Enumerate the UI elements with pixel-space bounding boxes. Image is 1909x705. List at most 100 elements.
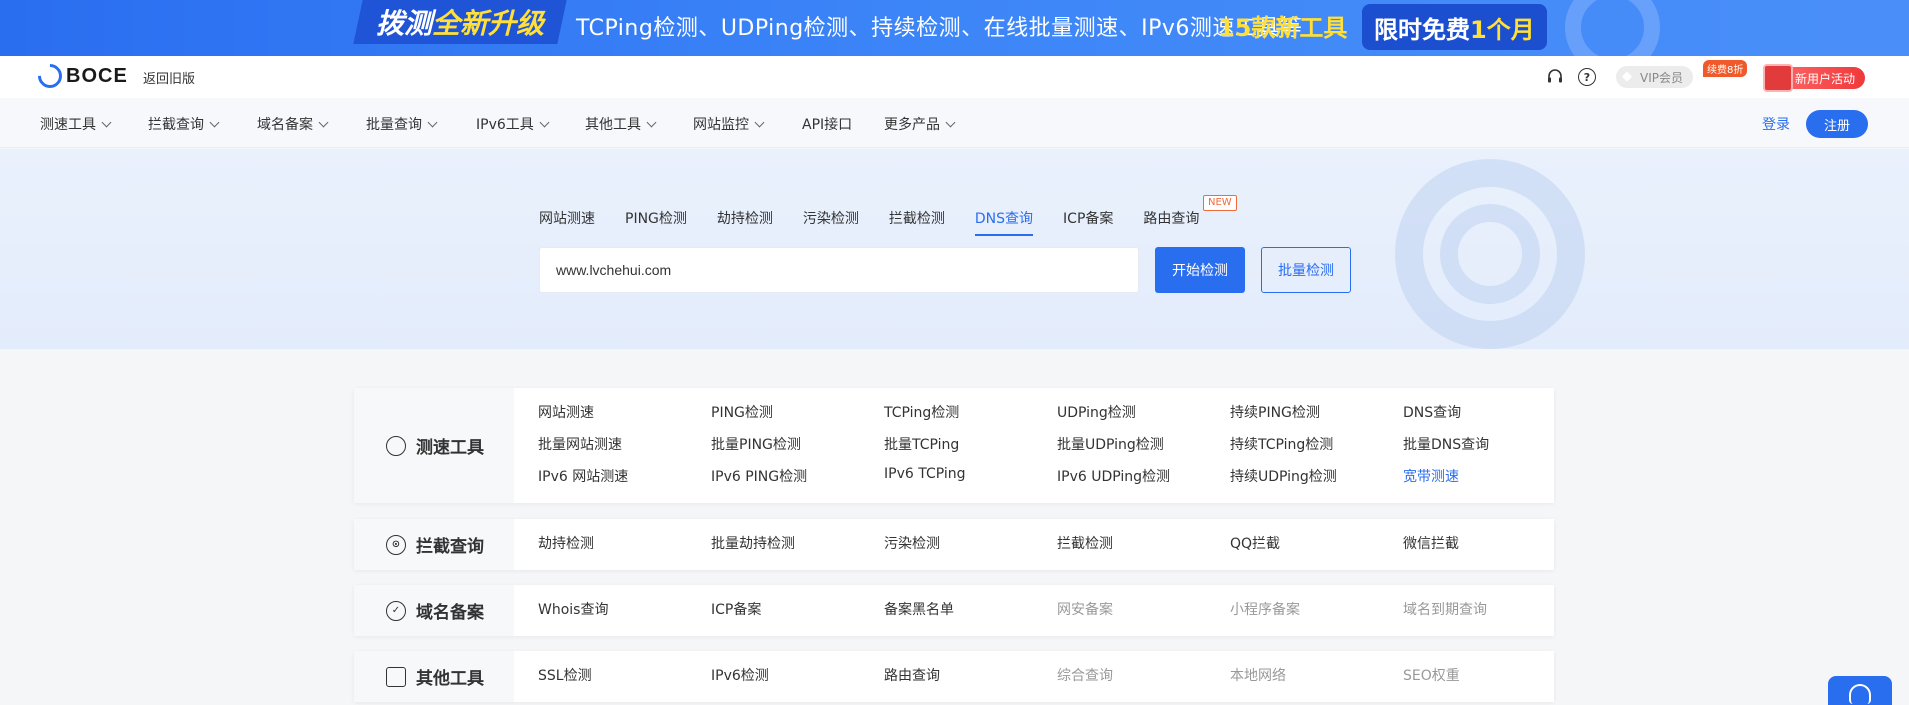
nav-item-1[interactable]: 拦截查询: [148, 114, 220, 134]
top-header: BOCE 返回旧版 ? VIP会员 续费8折 新用户活动: [0, 56, 1909, 98]
intercept-icon: ⊙: [386, 534, 406, 555]
speedometer-icon: [386, 435, 406, 456]
tool-link[interactable]: UDPing检测: [1057, 402, 1136, 422]
chevron-down-icon: [427, 117, 438, 128]
banner-free-badge[interactable]: 限时免费 1个月: [1362, 4, 1547, 50]
tool-link[interactable]: 拦截检测: [1057, 533, 1113, 553]
headset-icon: [1849, 684, 1871, 704]
section-title: 其他工具: [416, 669, 484, 689]
vip-label: VIP会员: [1640, 70, 1683, 85]
register-button[interactable]: 注册: [1806, 110, 1868, 138]
banner-decoration: [1565, 0, 1660, 56]
nav-item-4[interactable]: IPv6工具: [476, 114, 550, 134]
nav-item-8[interactable]: 更多产品: [884, 114, 956, 134]
tool-link[interactable]: 网站测速: [538, 402, 594, 422]
section-card: ✓ 域名备案 Whois查询 ICP备案 备案黑名单 网安备案 小程序备案 域名到期查询: [354, 585, 1554, 636]
section-header: 其他工具: [354, 651, 514, 702]
tool-link[interactable]: 备案黑名单: [884, 599, 954, 619]
tool-link[interactable]: DNS查询: [1403, 402, 1461, 422]
nav-item-label: 网站监控: [693, 117, 749, 133]
nav-item-0[interactable]: 测速工具: [40, 114, 112, 134]
new-user-activity-button[interactable]: 新用户活动: [1762, 64, 1866, 92]
site-logo[interactable]: BOCE: [33, 59, 128, 93]
tool-link[interactable]: 批量DNS查询: [1403, 434, 1489, 454]
tool-link[interactable]: 小程序备案: [1230, 599, 1300, 619]
tool-link[interactable]: IPv6 网站测速: [538, 466, 628, 486]
login-link[interactable]: 登录: [1762, 114, 1790, 134]
tool-link[interactable]: 污染检测: [884, 533, 940, 553]
tool-link[interactable]: IPv6检测: [711, 665, 769, 685]
grid-icon: [386, 666, 406, 687]
tab-5[interactable]: DNS查询: [974, 208, 1034, 236]
tool-link[interactable]: 批量PING检测: [711, 434, 801, 454]
banner-description: TCPing检测、UDPing检测、持续检测、在线批量测速、IPv6测速工具等: [576, 16, 1303, 41]
tool-link[interactable]: 批量TCPing: [884, 434, 959, 454]
tool-link[interactable]: 综合查询: [1057, 665, 1113, 685]
tool-link[interactable]: 批量UDPing检测: [1057, 434, 1164, 454]
section-title: 测速工具: [416, 438, 484, 458]
tool-link[interactable]: ICP备案: [711, 599, 761, 619]
tool-link[interactable]: 本地网络: [1230, 665, 1286, 685]
tool-link[interactable]: 网安备案: [1057, 599, 1113, 619]
tool-link[interactable]: SSL检测: [538, 665, 592, 685]
tab-4[interactable]: 拦截检测: [889, 208, 945, 236]
tab-1[interactable]: PING检测: [625, 208, 687, 236]
logo-text: BOCE: [66, 64, 128, 87]
promo-banner[interactable]: 拨测 全新升级 TCPing检测、UDPing检测、持续检测、在线批量测速、IPv…: [0, 0, 1909, 56]
hero-decoration-inner: [1440, 204, 1540, 304]
tool-link[interactable]: IPv6 TCPing: [884, 466, 966, 482]
tab-0[interactable]: 网站测速: [539, 208, 595, 236]
nav-item-label: 批量查询: [366, 117, 422, 133]
customer-service-button[interactable]: [1828, 676, 1892, 705]
tool-link[interactable]: QQ拦截: [1230, 533, 1280, 553]
tool-link[interactable]: 劫持检测: [538, 533, 594, 553]
tool-link[interactable]: PING检测: [711, 402, 773, 422]
chevron-down-icon: [209, 117, 220, 128]
tool-link[interactable]: 路由查询: [884, 665, 940, 685]
back-to-old-version-link[interactable]: 返回旧版: [143, 68, 195, 87]
batch-check-button[interactable]: 批量检测: [1261, 247, 1351, 293]
shield-icon: ✓: [386, 600, 406, 621]
nav-item-7[interactable]: API接口: [802, 114, 852, 134]
section-title: 拦截查询: [416, 537, 484, 557]
tab-3[interactable]: 污染检测: [803, 208, 859, 236]
headset-icon[interactable]: [1546, 68, 1564, 86]
tab-2[interactable]: 劫持检测: [717, 208, 773, 236]
domain-input[interactable]: [539, 247, 1139, 293]
main-nav: 测速工具 拦截查询 域名备案 批量查询 IPv6工具 其他工具 网站监控 API接口 更多产品 登…: [0, 98, 1909, 148]
tab-7[interactable]: 路由查询: [1143, 208, 1199, 236]
tool-link[interactable]: 宽带测速: [1403, 466, 1459, 486]
tab-6[interactable]: ICP备案: [1063, 208, 1113, 236]
tool-link[interactable]: SEO权重: [1403, 665, 1460, 685]
nav-item-2[interactable]: 域名备案: [257, 114, 329, 134]
tool-link[interactable]: 持续PING检测: [1230, 402, 1320, 422]
nav-item-label: IPv6工具: [476, 117, 534, 133]
tool-link[interactable]: IPv6 PING检测: [711, 466, 807, 486]
nav-item-5[interactable]: 其他工具: [585, 114, 657, 134]
section-header: ✓ 域名备案: [354, 585, 514, 636]
tool-link[interactable]: 持续UDPing检测: [1230, 466, 1337, 486]
new-user-label: 新用户活动: [1795, 71, 1856, 86]
tool-link[interactable]: 域名到期查询: [1403, 599, 1487, 619]
banner-left-white: 拨测: [376, 7, 433, 40]
tool-link[interactable]: TCPing检测: [884, 402, 959, 422]
help-icon[interactable]: ?: [1578, 68, 1596, 86]
tool-link[interactable]: 微信拦截: [1403, 533, 1459, 553]
chevron-down-icon: [318, 117, 329, 128]
tool-link[interactable]: 批量网站测速: [538, 434, 622, 454]
start-check-button[interactable]: 开始检测: [1155, 247, 1245, 293]
nav-item-label: 测速工具: [40, 117, 96, 133]
nav-item-label: 其他工具: [585, 117, 641, 133]
nav-item-3[interactable]: 批量查询: [366, 114, 438, 134]
nav-item-6[interactable]: 网站监控: [693, 114, 765, 134]
vip-member-button[interactable]: VIP会员: [1616, 66, 1693, 88]
tool-link[interactable]: 批量劫持检测: [711, 533, 795, 553]
logo-icon: [33, 59, 67, 93]
tool-link[interactable]: 持续TCPing检测: [1230, 434, 1333, 454]
banner-left-yellow: 全新升级: [432, 7, 545, 40]
tool-link[interactable]: IPv6 UDPing检测: [1057, 466, 1170, 486]
section-title: 域名备案: [416, 603, 484, 623]
nav-item-label: API接口: [802, 117, 853, 133]
tool-link[interactable]: Whois查询: [538, 599, 608, 619]
section-card: 测速工具 网站测速 PING检测 TCPing检测 UDPing检测 持续PING检测 DN…: [354, 388, 1554, 503]
